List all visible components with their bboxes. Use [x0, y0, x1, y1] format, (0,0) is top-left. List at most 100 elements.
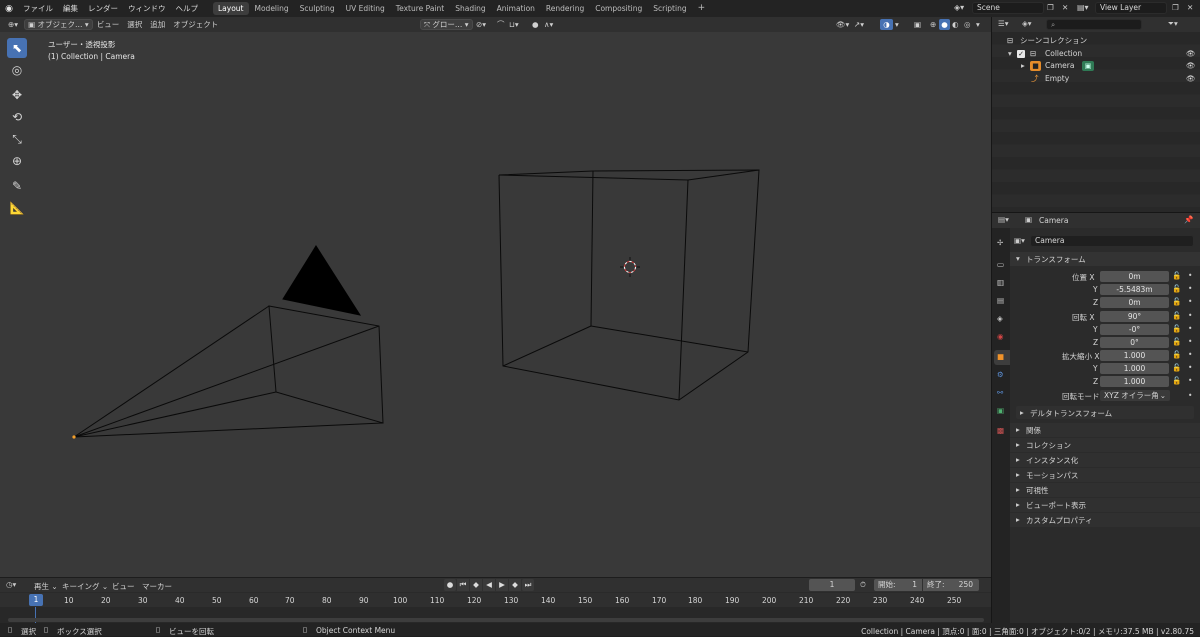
- tool-tab-icon[interactable]: ✢: [997, 238, 1003, 247]
- add-workspace-button[interactable]: +: [693, 2, 711, 15]
- view-layer-tab-icon[interactable]: ▤: [997, 296, 1004, 305]
- timeline-menu-keying[interactable]: キーイング ⌄: [62, 581, 108, 592]
- scene-icon[interactable]: ◈▾: [954, 3, 972, 14]
- lock-icon[interactable]: 🔓: [1172, 350, 1181, 359]
- menu-file[interactable]: ファイル: [18, 0, 58, 17]
- tab-layout[interactable]: Layout: [213, 2, 249, 15]
- view-layer-field[interactable]: View Layer: [1095, 2, 1167, 14]
- menu-window[interactable]: ウィンドウ: [123, 0, 171, 17]
- timeline-menu-view[interactable]: ビュー: [112, 581, 135, 592]
- tab-scripting[interactable]: Scripting: [648, 2, 691, 15]
- timeline-menu-playback[interactable]: 再生 ⌄: [34, 581, 58, 592]
- camera-object[interactable]: [72, 245, 384, 439]
- keyframe-dot-icon[interactable]: •: [1188, 284, 1192, 293]
- menu-help[interactable]: ヘルプ: [171, 0, 204, 17]
- keyframe-dot-icon[interactable]: •: [1188, 376, 1192, 385]
- modifier-tab-icon[interactable]: ⚙: [997, 370, 1004, 379]
- tab-compositing[interactable]: Compositing: [590, 2, 647, 15]
- timeline-track[interactable]: [0, 607, 991, 623]
- scale-y-field[interactable]: 1.000: [1100, 363, 1169, 374]
- list-item[interactable]: ⊟ シーンコレクション: [992, 35, 1200, 48]
- tab-texture-paint[interactable]: Texture Paint: [391, 2, 449, 15]
- keyframe-dot-icon[interactable]: •: [1188, 350, 1192, 359]
- lock-icon[interactable]: 🔓: [1172, 376, 1181, 385]
- output-tab-icon[interactable]: ▥: [997, 278, 1004, 287]
- scene-tab-icon[interactable]: ◈: [997, 314, 1003, 323]
- constraint-tab-icon[interactable]: ⚯: [997, 388, 1003, 397]
- play-icon[interactable]: ▶: [496, 579, 508, 591]
- lock-icon[interactable]: 🔓: [1172, 311, 1181, 320]
- camera-data-icon[interactable]: ▣: [1082, 61, 1094, 71]
- section-viewport-display[interactable]: ▸ ビューポート表示: [1010, 498, 1200, 512]
- keyframe-dot-icon[interactable]: •: [1188, 311, 1192, 320]
- section-motion-paths[interactable]: ▸ モーションパス: [1010, 468, 1200, 482]
- play-reverse-icon[interactable]: ◀: [483, 579, 495, 591]
- location-x-field[interactable]: 0m: [1100, 271, 1169, 282]
- start-frame-field[interactable]: 開始: 1: [874, 579, 922, 591]
- stopwatch-icon[interactable]: ⏱: [860, 580, 866, 590]
- expand-arrow-icon[interactable]: ▸: [1021, 60, 1025, 73]
- timeline-menu-marker[interactable]: マーカー: [142, 581, 172, 592]
- rotation-mode-select[interactable]: XYZ オイラー角 ⌄: [1100, 390, 1170, 401]
- delta-transform-subpanel[interactable]: ▸ デルタトランスフォーム: [1016, 406, 1194, 419]
- rotation-x-field[interactable]: 90°: [1100, 311, 1169, 322]
- timeline-editor-type-icon[interactable]: ◷▾: [6, 580, 16, 589]
- tab-sculpting[interactable]: Sculpting: [295, 2, 340, 15]
- view-layer-close-icon[interactable]: ✕: [1187, 3, 1193, 12]
- scene-close-icon[interactable]: ✕: [1062, 3, 1068, 12]
- 3d-cursor[interactable]: [620, 257, 640, 277]
- list-item[interactable]: ▾ ✓ ⊟ Collection 👁: [992, 48, 1200, 61]
- lock-icon[interactable]: 🔓: [1172, 363, 1181, 372]
- keyframe-dot-icon[interactable]: •: [1188, 324, 1192, 333]
- scene-canvas[interactable]: [0, 17, 991, 577]
- keyframe-dot-icon[interactable]: •: [1188, 363, 1192, 372]
- filter-icon[interactable]: ⏷▾: [1168, 19, 1178, 29]
- lock-icon[interactable]: 🔓: [1172, 284, 1181, 293]
- eye-icon[interactable]: 👁: [1186, 60, 1196, 73]
- lock-icon[interactable]: 🔓: [1172, 271, 1181, 280]
- section-instancing[interactable]: ▸ インスタンス化: [1010, 453, 1200, 467]
- tab-rendering[interactable]: Rendering: [541, 2, 589, 15]
- world-tab-icon[interactable]: ◉: [997, 332, 1004, 341]
- display-mode-icon[interactable]: ◈▾: [1022, 19, 1032, 28]
- render-tab-icon[interactable]: ▭: [997, 260, 1004, 269]
- keyframe-dot-icon[interactable]: •: [1188, 391, 1192, 400]
- current-frame-field[interactable]: 1: [809, 579, 855, 591]
- section-custom-properties[interactable]: ▸ カスタムプロパティ: [1010, 513, 1200, 527]
- section-collections[interactable]: ▸ コレクション: [1010, 438, 1200, 452]
- rotation-z-field[interactable]: 0°: [1100, 337, 1169, 348]
- object-tab-icon[interactable]: ■: [994, 350, 1010, 365]
- keyframe-dot-icon[interactable]: •: [1188, 271, 1192, 280]
- blender-logo-icon[interactable]: ◉: [0, 4, 18, 14]
- scale-x-field[interactable]: 1.000: [1100, 350, 1169, 361]
- object-data-tab-icon[interactable]: ▣: [997, 406, 1004, 415]
- end-frame-field[interactable]: 終了: 250: [923, 579, 979, 591]
- list-item[interactable]: ⤴ Empty 👁: [992, 73, 1200, 86]
- eye-icon[interactable]: 👁: [1186, 73, 1196, 86]
- section-visibility[interactable]: ▸ 可視性: [1010, 483, 1200, 497]
- list-item[interactable]: ▸ ■ Camera ▣ 👁: [992, 60, 1200, 73]
- tab-shading[interactable]: Shading: [450, 2, 490, 15]
- frame-ruler[interactable]: 1 10 20 30 40 50 60 70 80 90 100 110 120…: [0, 593, 991, 607]
- tab-modeling[interactable]: Modeling: [250, 2, 294, 15]
- tab-uv-editing[interactable]: UV Editing: [341, 2, 390, 15]
- next-keyframe-icon[interactable]: ◆: [509, 579, 521, 591]
- properties-editor-type-icon[interactable]: ▤▾: [998, 215, 1009, 224]
- location-y-field[interactable]: -5.5483m: [1100, 284, 1169, 295]
- scene-field[interactable]: Scene: [972, 2, 1044, 14]
- cube-wireframe[interactable]: [498, 169, 760, 401]
- eye-icon[interactable]: 👁: [1186, 48, 1196, 61]
- jump-end-icon[interactable]: ⏭: [522, 579, 534, 591]
- transform-panel-header[interactable]: ▾ トランスフォーム: [1010, 252, 1200, 266]
- location-z-field[interactable]: 0m: [1100, 297, 1169, 308]
- menu-edit[interactable]: 編集: [58, 0, 83, 17]
- 3d-viewport[interactable]: ⊕▾ ▣ オブジェク… ▾ ビュー 選択 追加 オブジェクト ⤧ グロー… ▾ …: [0, 17, 991, 577]
- scale-z-field[interactable]: 1.000: [1100, 376, 1169, 387]
- scene-new-icon[interactable]: ❐: [1047, 3, 1054, 12]
- menu-render[interactable]: レンダー: [83, 0, 123, 17]
- playhead[interactable]: 1: [29, 594, 43, 606]
- record-icon[interactable]: ●: [444, 579, 456, 591]
- lock-icon[interactable]: 🔓: [1172, 324, 1181, 333]
- object-name-icon[interactable]: ▣▾: [1014, 236, 1025, 245]
- outliner-editor-type-icon[interactable]: ☰▾: [998, 19, 1009, 28]
